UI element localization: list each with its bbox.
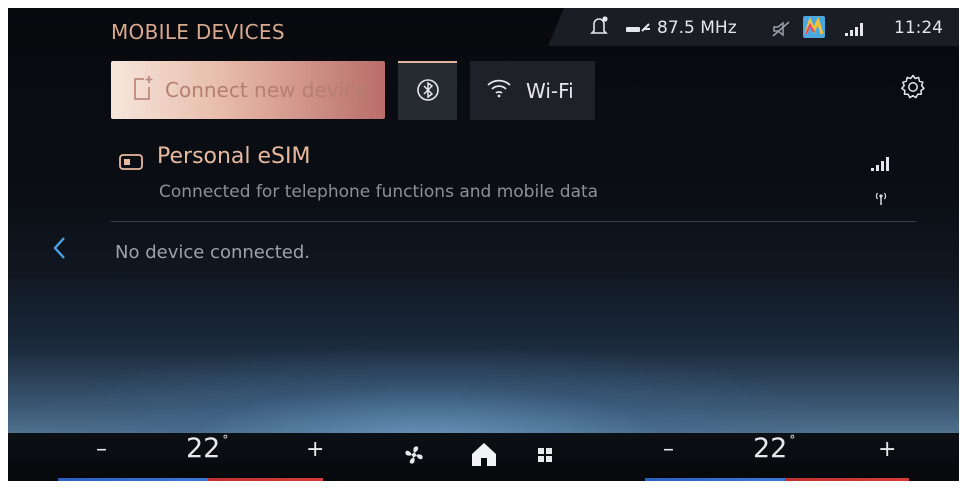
left-temperature[interactable]: 22 ° [186,433,228,464]
grid-menu-icon[interactable] [537,447,553,467]
connect-new-device-button[interactable]: Connect new device [111,61,385,119]
signal-icon [845,21,867,41]
wifi-icon [486,78,512,103]
mute-icon [771,20,791,43]
left-temp-cold-indicator [58,478,208,481]
wifi-label: Wi-Fi [526,78,574,103]
antenna-icon [873,190,889,210]
phone-add-icon [133,75,153,106]
settings-gear-icon[interactable] [900,74,926,100]
right-temp-decrease-button[interactable]: – [663,437,674,462]
page-title: MOBILE DEVICES [111,20,285,44]
esim-description: Connected for telephone functions and mo… [159,182,599,202]
right-temp-degree: ° [789,433,796,447]
wifi-button[interactable]: Wi-Fi [470,61,595,120]
left-temp-increase-button[interactable]: + [306,437,324,462]
left-temp-degree: ° [222,433,229,447]
connect-new-device-label: Connect new device [165,78,368,102]
left-temp-value: 22 [186,433,221,464]
infotainment-screen: MOBILE DEVICES 87.5 MHz 11:24 Connect ne… [8,8,959,481]
esim-name: Personal eSIM [157,144,311,169]
clock: 11:24 [894,18,943,38]
list-divider [111,221,916,222]
right-temp-cold-indicator [645,478,785,481]
signal-strength-icon [871,156,891,175]
mobile-devices-screen: MOBILE DEVICES 87.5 MHz 11:24 Connect ne… [8,8,959,433]
right-temp-value: 22 [753,433,788,464]
notification-bell-icon[interactable] [590,15,608,42]
list-item-personal-esim[interactable]: Personal eSIM Connected for telephone fu… [111,144,916,216]
back-chevron-icon[interactable] [48,234,72,262]
app-icon[interactable] [803,16,825,43]
sim-card-icon [119,154,143,174]
left-temp-warm-indicator [208,478,323,481]
radio-frequency: 87.5 MHz [657,18,737,38]
right-temp-warm-indicator [785,478,909,481]
left-temp-decrease-button[interactable]: – [96,437,107,462]
bluetooth-button[interactable] [398,61,457,120]
right-temperature[interactable]: 22 ° [753,433,795,464]
home-icon[interactable] [471,441,497,471]
radio-icon [625,21,651,41]
fan-icon[interactable] [403,444,425,470]
bluetooth-icon [416,78,439,106]
right-temp-increase-button[interactable]: + [878,437,896,462]
empty-state-message: No device connected. [115,242,311,263]
climate-bar: – 22 ° + – 22 ° + [8,433,959,481]
